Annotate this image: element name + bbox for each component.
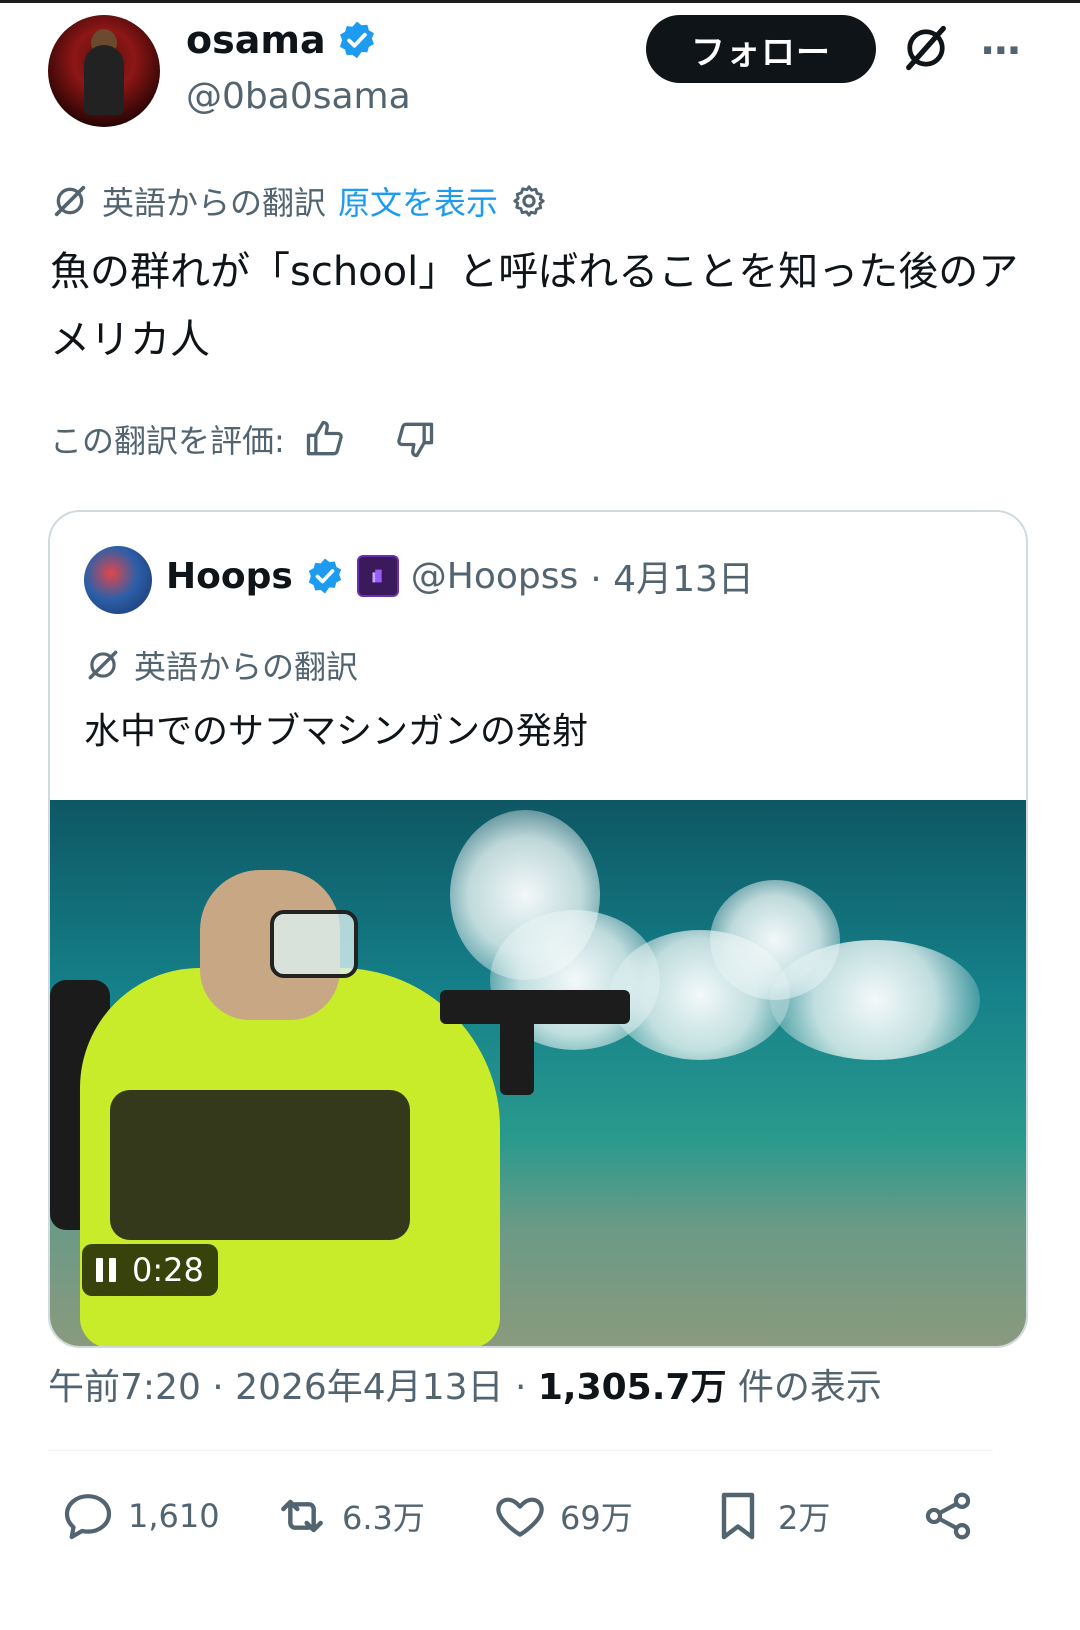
share-icon (925, 1492, 971, 1540)
like-button[interactable]: 69万 (492, 1488, 633, 1544)
share-button[interactable] (920, 1488, 976, 1544)
quoted-avatar[interactable] (84, 546, 152, 614)
top-border (0, 0, 1080, 3)
rate-label: この翻訳を評価: (50, 422, 285, 460)
bookmark-button[interactable]: 2万 (710, 1488, 830, 1544)
views-count: 1,305.7万 (537, 1367, 727, 1408)
repost-button[interactable]: 6.3万 (274, 1488, 425, 1544)
thumbs-down-icon[interactable] (393, 417, 437, 461)
action-bar: 1,610 6.3万 69万 2万 (60, 1488, 980, 1548)
author-avatar[interactable] (48, 15, 160, 127)
gun-grip (500, 1015, 534, 1095)
quoted-text: 水中でのサブマシンガンの発射 (84, 711, 589, 752)
divider (48, 1450, 993, 1451)
avatar-figure (84, 45, 124, 115)
gear-icon[interactable] (510, 182, 548, 220)
post-text: 魚の群れが「school」と呼ばれることを知った後のアメリカ人 (50, 249, 1019, 363)
grok-icon[interactable] (900, 22, 952, 74)
repost-count: 6.3万 (342, 1499, 425, 1537)
verified-badge-icon (339, 21, 374, 59)
author-name-row: osama (186, 18, 378, 62)
more-icon[interactable]: ··· (980, 28, 1022, 74)
gun (440, 990, 630, 1024)
verified-badge-icon (308, 558, 341, 594)
pause-icon[interactable] (96, 1258, 116, 1282)
follow-button[interactable]: フォロー (646, 15, 876, 83)
reply-count: 1,610 (128, 1497, 220, 1535)
translation-row: 英語からの翻訳 原文を表示 (50, 178, 548, 224)
quoted-translation-row: 英語からの翻訳 (84, 642, 358, 688)
video-time: 0:28 (132, 1251, 204, 1289)
author-handle[interactable]: @0ba0sama (186, 76, 411, 117)
views-label: 件の表示 (726, 1367, 882, 1408)
video-time-badge[interactable]: 0:28 (82, 1244, 218, 1296)
author-name[interactable]: osama (186, 18, 326, 62)
post-meta: 午前7:20 · 2026年4月13日 · 1,305.7万 件の表示 (48, 1358, 882, 1410)
reply-button[interactable]: 1,610 (60, 1488, 220, 1544)
thumbs-up-icon[interactable] (303, 417, 347, 461)
grok-translate-icon (54, 185, 86, 217)
rate-translation-row: この翻訳を評価: (50, 416, 437, 462)
quoted-name[interactable]: Hoops (166, 556, 293, 597)
smoke-cloud (770, 940, 980, 1060)
reply-icon (64, 1494, 112, 1540)
show-original-link[interactable]: 原文を表示 (338, 178, 498, 224)
like-count: 69万 (560, 1499, 633, 1537)
quoted-post-card[interactable]: Hoops @Hoopss · 4月13日 英語からの翻訳 水中でのサブマシンガ… (48, 510, 1028, 1348)
post-timestamp[interactable]: 午前7:20 · 2026年4月13日 · (48, 1367, 538, 1408)
quoted-header: Hoops @Hoopss · 4月13日 (166, 550, 754, 602)
heart-icon (496, 1497, 544, 1537)
quoted-translation-label: 英語からの翻訳 (134, 648, 359, 686)
diver-vest (110, 1090, 410, 1240)
grok-translate-icon (88, 650, 118, 680)
video-player[interactable]: 0:28 (50, 800, 1026, 1346)
translation-label: 英語からの翻訳 (102, 184, 327, 222)
quoted-handle[interactable]: @Hoopss (411, 556, 578, 597)
affiliate-badge-icon (356, 555, 399, 597)
repost-icon (281, 1499, 323, 1533)
bookmark-count: 2万 (778, 1499, 831, 1537)
bookmark-icon (721, 1492, 755, 1540)
quoted-date: · 4月13日 (590, 559, 754, 600)
diver-mask (270, 910, 358, 978)
